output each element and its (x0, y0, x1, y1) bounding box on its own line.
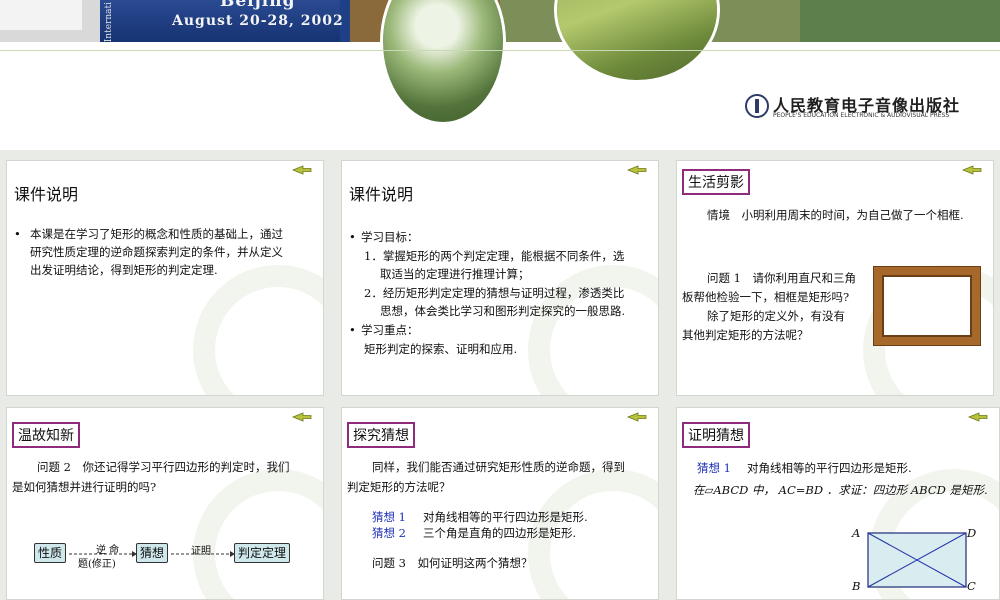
photo-frame-image (874, 267, 980, 345)
proof-given: 在▱ABCD 中， AC=BD ．求证：四边形 ABCD 是矩形. (693, 483, 988, 497)
slide-thumbnail-6[interactable]: 证明猜想 猜想 1 对角线相等的平行四边形是矩形. 在▱ABCD 中， AC=B… (676, 407, 1000, 600)
intro-line: 判定矩形的方法呢？ (347, 480, 451, 494)
key-point-text: 矩形判定的探索、证明和应用. (364, 342, 518, 356)
vertex-b: B (852, 579, 861, 593)
return-arrow-icon[interactable] (291, 165, 313, 175)
return-arrow-icon[interactable] (626, 412, 648, 422)
slide-thumbnail-4[interactable]: 温故知新 问题 2 你还记得学习平行四边形的判定时，我们 是如何猜想并进行证明的… (6, 407, 324, 600)
guess-1-text: 对角线相等的平行四边形是矩形. (747, 461, 912, 475)
corn-photo-bubble (383, 0, 503, 122)
vertex-d: D (967, 526, 977, 540)
slide-thumbnail-3[interactable]: 生活剪影 情境 小明利用周末的时间，为自己做了一个相框. 问题 1 请你利用直尺… (676, 160, 994, 396)
key-point-label: 学习重点： (361, 323, 419, 337)
vertex-a: A (852, 526, 861, 540)
bullet-marker: • (349, 230, 356, 244)
slide-title: 生活剪影 (682, 169, 750, 195)
guess-2-text: 三个角是直角的四边形是矩形. (423, 526, 577, 540)
publisher-name-en: PEOPLE'S EDUCATION ELECTRONIC & AUDIOVIS… (773, 112, 950, 119)
banner-date: August 20-28, 2002 (172, 13, 344, 29)
description-line: 本课是在学习了矩形的概念和性质的基础上，通过 (30, 227, 283, 241)
guess-2-label: 猜想 2 (372, 526, 406, 540)
banner-divider (0, 50, 1000, 51)
question-line: 问题 1 请你利用直尺和三角 (707, 271, 856, 285)
description-line: 出发证明结论，得到矩形的判定定理. (30, 263, 218, 277)
publisher-logo: 人民教育电子音像出版社 PEOPLE'S EDUCATION ELECTRONI… (745, 94, 965, 124)
slide-title: 课件说明 (14, 185, 79, 204)
slide-thumbnail-5[interactable]: 探究猜想 同样，我们能否通过研究矩形性质的逆命题，得到 判定矩形的方法呢？ 猜想… (341, 407, 659, 600)
slide-title: 课件说明 (349, 185, 414, 204)
return-arrow-icon[interactable] (967, 412, 989, 422)
slide-title: 探究猜想 (347, 422, 415, 448)
rectangle-diagram (867, 532, 967, 588)
question-line: 板帮他检验一下，相框是矩形吗? (682, 290, 850, 304)
goal-line: 2．经历矩形判定定理的猜想与证明过程，渗透类比 (364, 286, 625, 300)
goal-line: 取适当的定理进行推理计算； (380, 267, 530, 281)
question-3: 问题 3 如何证明这两个猜想？ (372, 556, 533, 570)
flow-arrows (69, 551, 235, 557)
banner-city: Beijing (220, 0, 296, 11)
slide-thumbnail-1[interactable]: 课件说明 • 本课是在学习了矩形的概念和性质的基础上，通过 研究性质定理的逆命题… (6, 160, 324, 396)
goal-label: 学习目标： (361, 230, 419, 244)
goal-line: 思想，体会类比学习和图形判定探究的一般思路. (380, 304, 626, 318)
slide-title: 证明猜想 (682, 422, 750, 448)
slide-thumbnail-2[interactable]: 课件说明 • 学习目标： 1．掌握矩形的两个判定定理，能根据不同条件，选 取适当… (341, 160, 659, 396)
vertex-c: C (967, 579, 976, 593)
title-banner: Internati Beijing August 20-28, 2002 人民教… (0, 0, 1000, 150)
guess-1-label: 猜想 1 (697, 461, 731, 475)
scenario-text: 情境 小明利用周末的时间，为自己做了一个相框. (707, 208, 964, 222)
return-arrow-icon[interactable] (626, 165, 648, 175)
return-arrow-icon[interactable] (961, 165, 983, 175)
description-line: 研究性质定理的逆命题探索判定的条件，并从定义 (30, 245, 283, 259)
question-line: 除了矩形的定义外，有没有 (707, 309, 845, 323)
field-photo-bubble (557, 0, 717, 80)
bullet-marker: • (14, 227, 21, 241)
banner-blank-panel (0, 0, 82, 30)
question-line: 其他判定矩形的方法呢？ (682, 328, 809, 342)
bullet-marker: • (349, 323, 356, 337)
intro-line: 同样，我们能否通过研究矩形性质的逆命题，得到 (372, 460, 625, 474)
banner-side-text: Internati (104, 2, 114, 43)
goal-line: 1．掌握矩形的两个判定定理，能根据不同条件，选 (364, 249, 625, 263)
publisher-logo-icon (745, 94, 769, 118)
